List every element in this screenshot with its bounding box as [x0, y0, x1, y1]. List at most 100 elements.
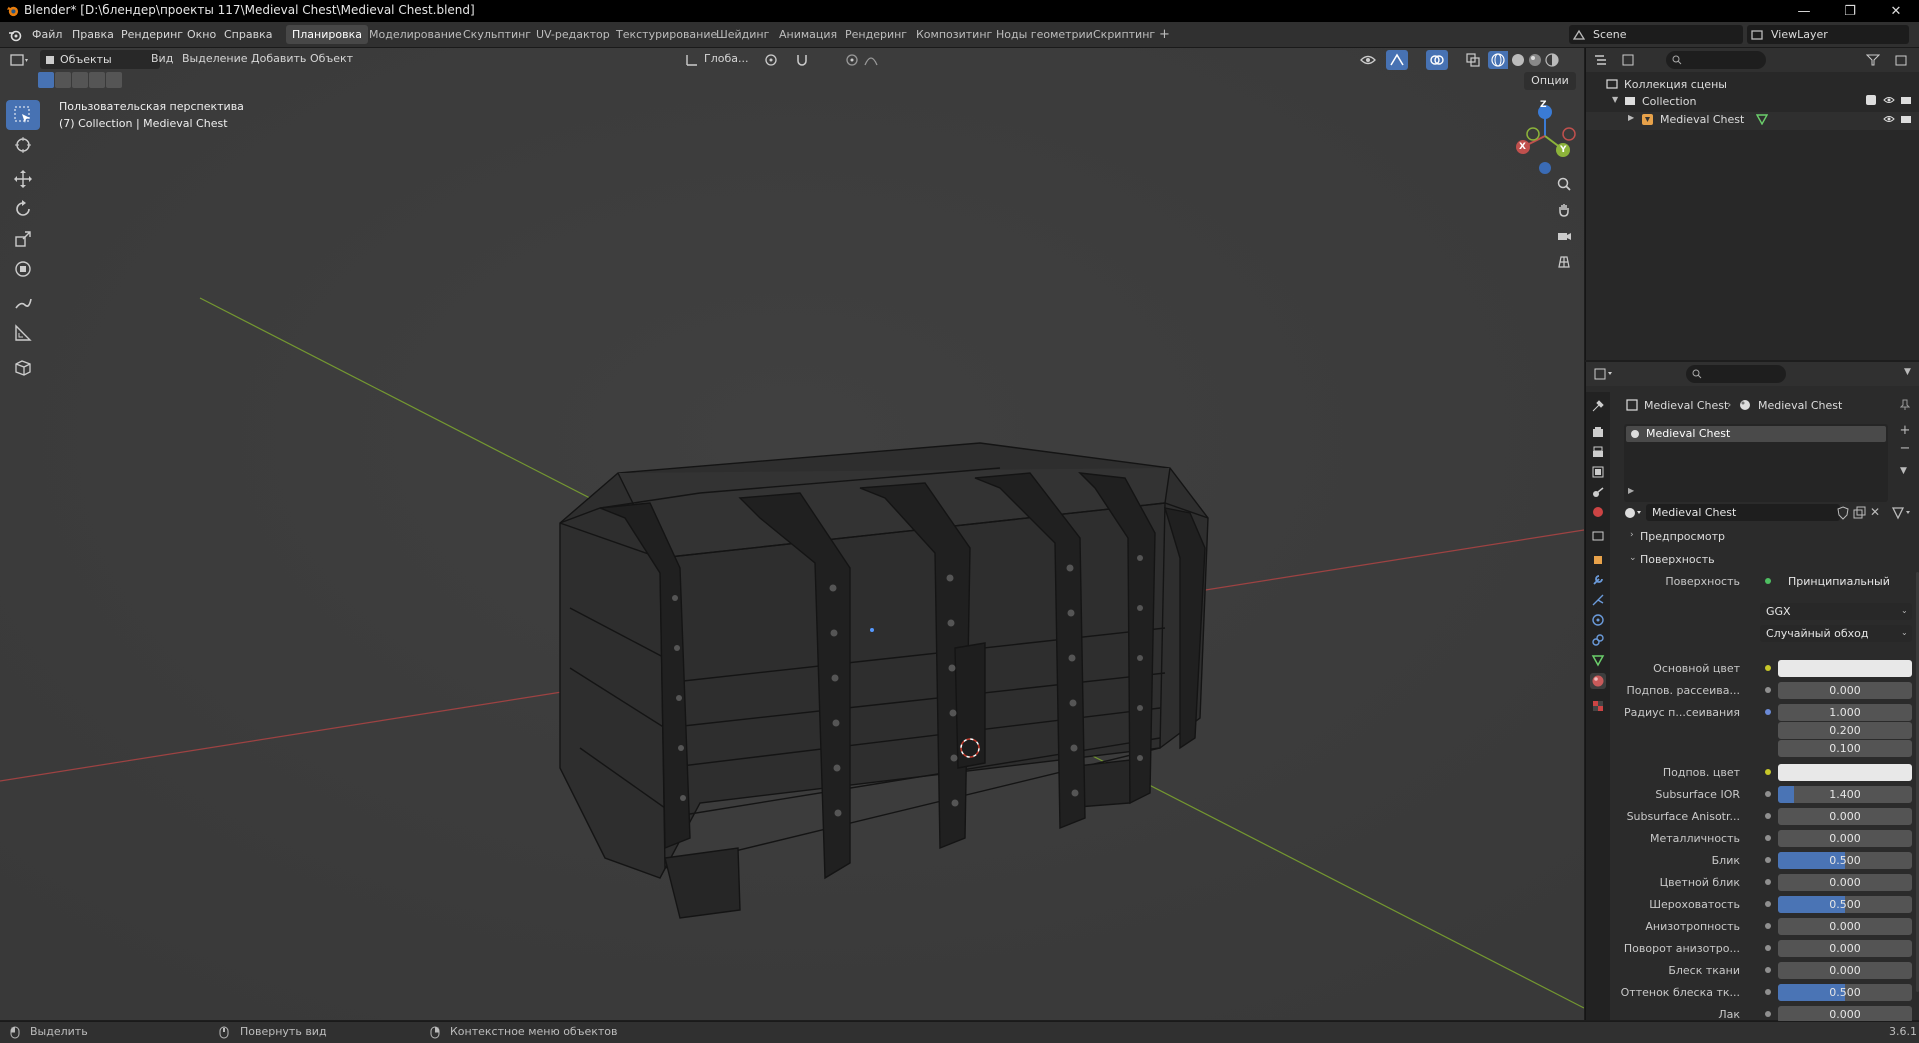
menu-help[interactable]: Справка [224, 28, 272, 41]
scene-collection-label[interactable]: Коллекция сцены [1624, 78, 1727, 91]
tool-rotate[interactable] [6, 194, 40, 224]
blender-menu-icon[interactable] [8, 28, 22, 42]
socket-dot[interactable] [1765, 967, 1771, 973]
socket-dot[interactable] [1765, 923, 1771, 929]
value-slider[interactable]: 1.400 [1778, 786, 1912, 803]
mode-selector[interactable]: Объекты [40, 50, 160, 69]
value-slider[interactable]: 0.500 [1778, 852, 1912, 869]
display-mode-icon[interactable] [1622, 54, 1642, 66]
socket-dot[interactable] [1765, 1011, 1771, 1017]
tab-scene[interactable] [1590, 484, 1606, 500]
tab-physics[interactable] [1590, 612, 1606, 628]
value-slider[interactable]: 0.500 [1778, 896, 1912, 913]
collection-label[interactable]: Collection [1642, 95, 1696, 108]
tab-render[interactable] [1590, 424, 1606, 440]
editor-type-icon[interactable] [10, 53, 30, 67]
render-camera-icon[interactable] [1900, 95, 1912, 105]
material-sphere-icon[interactable] [1528, 53, 1542, 67]
value-slider[interactable]: 0.000 [1778, 808, 1912, 825]
value-slider[interactable]: 1.000 [1778, 704, 1912, 721]
properties-options-icon[interactable]: ▼ [1904, 367, 1911, 377]
xray-icon[interactable] [1466, 53, 1480, 67]
visibility-selectability-icon[interactable] [1360, 53, 1376, 67]
gizmo-z-label[interactable]: Z [1540, 100, 1547, 110]
section-surface[interactable]: Поверхность [1640, 553, 1715, 566]
close-button[interactable]: ✕ [1873, 0, 1919, 22]
tab-shading[interactable]: Шейдинг [710, 25, 775, 44]
socket-dot[interactable] [1765, 769, 1771, 775]
tab-animation[interactable]: Анимация [773, 25, 843, 44]
gizmo-x-label[interactable]: X [1519, 142, 1526, 152]
subsurface-method-dropdown[interactable]: Случайный обход [1760, 625, 1912, 642]
perspective-toggle-button[interactable] [1552, 250, 1576, 274]
pin-icon[interactable] [1900, 399, 1910, 411]
section-preview[interactable]: Предпросмотр [1640, 530, 1725, 543]
collection-expand-icon[interactable]: ▼ [1612, 95, 1618, 104]
tab-tool[interactable] [1590, 398, 1606, 414]
slot-specials-icon[interactable]: ▼ [1900, 466, 1907, 476]
socket-dot[interactable] [1765, 901, 1771, 907]
view-layer-selector[interactable]: ViewLayer [1747, 25, 1909, 44]
tab-data[interactable] [1590, 652, 1606, 668]
socket-dot[interactable] [1765, 709, 1771, 715]
socket-dot[interactable] [1765, 879, 1771, 885]
tab-output[interactable] [1590, 444, 1606, 460]
pivot-icon[interactable] [764, 53, 778, 67]
overlay-toggle-button[interactable] [1426, 50, 1448, 70]
tab-uv-editing[interactable]: UV-редактор [530, 25, 616, 44]
maximize-button[interactable]: ❐ [1827, 0, 1873, 22]
outliner-row-object[interactable] [1586, 112, 1919, 130]
tab-rendering[interactable]: Рендеринг [839, 25, 913, 44]
socket-dot[interactable] [1765, 857, 1771, 863]
pan-button[interactable] [1552, 198, 1576, 222]
tab-geometry-nodes[interactable]: Ноды геометрии [990, 25, 1099, 44]
link-type-icon[interactable] [1892, 506, 1912, 520]
tab-object[interactable] [1590, 552, 1606, 568]
value-slider[interactable]: 0.200 [1778, 722, 1912, 739]
slot-list-expand-icon[interactable]: ▶ [1628, 486, 1634, 495]
eye-icon[interactable] [1883, 114, 1895, 124]
surface-shader-field[interactable]: Принципиальный BSDF [1778, 573, 1912, 590]
menu-view[interactable]: Вид [151, 52, 173, 65]
tool-cursor[interactable] [6, 130, 40, 160]
surface-expand-icon[interactable]: ⌄ [1629, 553, 1637, 563]
value-slider[interactable]: 0.100 [1778, 740, 1912, 757]
transform-orientation[interactable]: Глоба... [704, 52, 748, 65]
options-dropdown[interactable]: Опции [1524, 72, 1576, 90]
viewport-canvas[interactable] [0, 48, 1584, 1020]
eye-icon[interactable] [1883, 95, 1895, 105]
tab-material[interactable] [1590, 673, 1606, 689]
snap-icon[interactable] [795, 53, 809, 67]
proportional-edit-icon[interactable] [845, 53, 859, 67]
color-swatch[interactable] [1778, 764, 1912, 781]
menu-object[interactable]: Объект [310, 52, 353, 65]
shader-socket-dot[interactable] [1765, 578, 1771, 584]
tab-scripting[interactable]: Скриптинг [1087, 25, 1161, 44]
tool-measure[interactable] [6, 318, 40, 348]
properties-editor-icon[interactable] [1594, 368, 1616, 380]
outliner-search-input[interactable] [1666, 51, 1766, 69]
value-slider[interactable]: 0.000 [1778, 962, 1912, 979]
render-camera-icon[interactable] [1900, 114, 1912, 124]
material-browse-icon[interactable] [1624, 506, 1644, 520]
mesh-data-icon[interactable] [1756, 113, 1768, 125]
socket-dot[interactable] [1765, 665, 1771, 671]
menu-edit[interactable]: Правка [72, 28, 114, 41]
value-slider[interactable]: 0.000 [1778, 918, 1912, 935]
tab-view-layer[interactable] [1590, 464, 1606, 480]
tool-scale[interactable] [6, 224, 40, 254]
collection-checkbox[interactable] [1866, 95, 1876, 105]
select-subtract-button[interactable] [72, 72, 88, 88]
material-name-field[interactable]: Medieval Chest [1646, 504, 1840, 521]
select-extend-button[interactable] [55, 72, 71, 88]
tool-transform[interactable] [6, 254, 40, 284]
select-intersect-button[interactable] [106, 72, 122, 88]
socket-dot[interactable] [1765, 945, 1771, 951]
filter-icon[interactable] [1866, 54, 1880, 66]
tab-compositing[interactable]: Композитинг [910, 25, 998, 44]
tab-modifiers[interactable] [1590, 572, 1606, 588]
unlink-icon[interactable]: ✕ [1870, 505, 1880, 519]
outliner-editor-icon[interactable] [1594, 54, 1614, 66]
3d-viewport[interactable]: Z X Y Объекты Вид Выделение Добавить Объ… [0, 48, 1584, 1020]
tab-sculpting[interactable]: Скульптинг [457, 25, 537, 44]
